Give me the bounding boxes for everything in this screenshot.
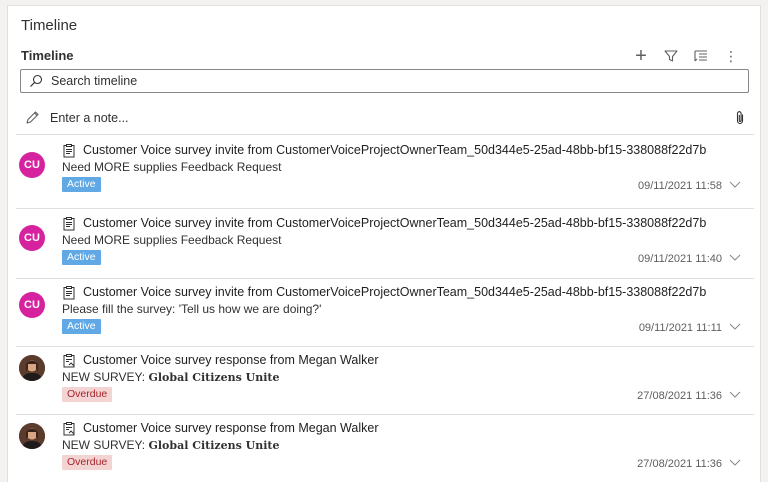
item-timestamp: 09/11/2021 11:40 bbox=[637, 253, 722, 265]
timeline-header: Timeline bbox=[21, 48, 74, 63]
item-title: Customer Voice survey invite from Custom… bbox=[83, 216, 707, 230]
item-title: Customer Voice survey invite from Custom… bbox=[83, 143, 707, 157]
search-icon bbox=[29, 73, 45, 89]
more-options-button[interactable]: ⋮ bbox=[716, 44, 746, 68]
survey-response-icon bbox=[63, 422, 75, 436]
item-description: Need MORE supplies Feedback Request bbox=[62, 233, 282, 247]
item-title: Customer Voice survey invite from Custom… bbox=[83, 285, 707, 299]
survey-response-icon bbox=[63, 354, 75, 368]
divider bbox=[16, 208, 754, 209]
pencil-icon bbox=[26, 111, 39, 124]
timeline-item[interactable]: Customer Voice survey response from Mega… bbox=[8, 417, 762, 479]
search-input[interactable] bbox=[51, 74, 748, 88]
avatar: CU bbox=[19, 225, 45, 251]
item-description: Please fill the survey: 'Tell us how we … bbox=[62, 302, 322, 316]
filter-icon bbox=[664, 50, 678, 62]
chevron-down-icon[interactable] bbox=[728, 455, 742, 469]
item-timestamp: 27/08/2021 11:36 bbox=[637, 390, 722, 402]
person-photo-icon bbox=[19, 355, 45, 381]
divider bbox=[16, 414, 754, 415]
chevron-down-icon[interactable] bbox=[728, 319, 742, 333]
avatar: CU bbox=[19, 292, 45, 318]
avatar: CU bbox=[19, 152, 45, 178]
timeline-item[interactable]: CU Customer Voice survey invite from Cus… bbox=[8, 281, 762, 349]
timeline-item[interactable]: CU Customer Voice survey invite from Cus… bbox=[8, 139, 762, 207]
status-badge: Overdue bbox=[62, 387, 113, 402]
avatar bbox=[19, 423, 45, 449]
item-description: NEW SURVEY: Global Citizens Unite bbox=[62, 370, 280, 384]
search-box[interactable] bbox=[20, 69, 749, 93]
divider bbox=[16, 134, 754, 135]
timeline-toolbar: + ⋮ bbox=[626, 44, 746, 68]
chevron-down-icon[interactable] bbox=[728, 387, 742, 401]
add-record-button[interactable]: + bbox=[626, 44, 656, 68]
sort-button[interactable] bbox=[686, 44, 716, 68]
timeline-item[interactable]: CU Customer Voice survey invite from Cus… bbox=[8, 212, 762, 280]
survey-invite-icon bbox=[63, 217, 75, 231]
item-title: Customer Voice survey response from Mega… bbox=[83, 353, 379, 367]
avatar bbox=[19, 355, 45, 381]
filter-button[interactable] bbox=[656, 44, 686, 68]
status-badge: Active bbox=[62, 319, 101, 334]
item-description: Need MORE supplies Feedback Request bbox=[62, 160, 282, 174]
chevron-down-icon[interactable] bbox=[728, 250, 742, 264]
sort-icon bbox=[694, 50, 707, 62]
chevron-down-icon[interactable] bbox=[728, 177, 742, 191]
item-timestamp: 27/08/2021 11:36 bbox=[637, 458, 722, 470]
section-title: Timeline bbox=[21, 17, 78, 34]
more-icon: ⋮ bbox=[724, 47, 738, 64]
survey-invite-icon bbox=[63, 286, 75, 300]
divider bbox=[16, 278, 754, 279]
item-timestamp: 09/11/2021 11:58 bbox=[637, 180, 722, 192]
item-timestamp: 09/11/2021 11:11 bbox=[638, 322, 722, 334]
item-title: Customer Voice survey response from Mega… bbox=[83, 421, 379, 435]
person-photo-icon bbox=[19, 423, 45, 449]
timeline-item[interactable]: Customer Voice survey response from Mega… bbox=[8, 349, 762, 417]
status-badge: Active bbox=[62, 177, 101, 192]
status-badge: Active bbox=[62, 250, 101, 265]
timeline-card: Timeline Timeline + ⋮ CU Customer Voice … bbox=[7, 5, 761, 482]
plus-icon: + bbox=[635, 45, 647, 67]
survey-invite-icon bbox=[63, 144, 75, 158]
item-description: NEW SURVEY: Global Citizens Unite bbox=[62, 438, 280, 452]
note-box[interactable] bbox=[20, 105, 749, 131]
divider bbox=[16, 346, 754, 347]
attachment-icon[interactable] bbox=[733, 110, 747, 126]
note-input[interactable] bbox=[50, 111, 733, 125]
status-badge: Overdue bbox=[62, 455, 113, 470]
